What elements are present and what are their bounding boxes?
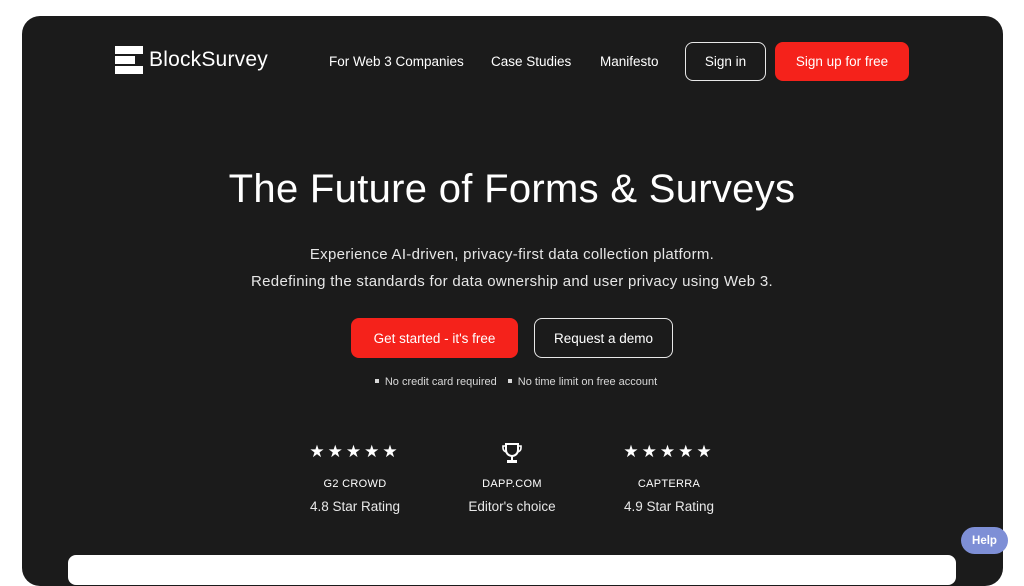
star-rating-icon: ★★★★★ — [309, 442, 401, 461]
hero-notes: No credit card required No time limit on… — [0, 376, 1024, 388]
rating-label: 4.9 Star Rating — [623, 499, 715, 514]
note-no-time-limit: No time limit on free account — [517, 376, 658, 388]
get-started-button[interactable]: Get started - it's free — [351, 318, 518, 358]
bullet-icon — [374, 379, 379, 384]
note-no-credit-card: No credit card required — [384, 376, 497, 388]
rating-capterra: ★★★★★ CAPTERRA 4.9 Star Rating — [599, 442, 739, 514]
page-title: The Future of Forms & Surveys — [228, 167, 796, 211]
request-demo-button[interactable]: Request a demo — [534, 318, 673, 358]
bullet-icon — [507, 379, 512, 384]
brand-logo[interactable]: BlockSurvey — [115, 46, 268, 74]
help-button[interactable]: Help — [961, 527, 1008, 554]
hero-subtitle-line-2: Redefining the standards for data owners… — [251, 273, 773, 290]
sign-up-button[interactable]: Sign up for free — [775, 42, 909, 81]
rating-label: Editor's choice — [468, 499, 556, 514]
rating-label: 4.8 Star Rating — [309, 499, 401, 514]
brand-name: BlockSurvey — [149, 48, 268, 71]
preview-card — [68, 555, 956, 585]
blocksurvey-logo-icon — [115, 46, 143, 74]
sign-in-button[interactable]: Sign in — [685, 42, 766, 81]
nav-manifesto[interactable]: Manifesto — [600, 54, 659, 69]
star-rating-icon: ★★★★★ — [623, 442, 715, 461]
hero-subtitle-line-1: Experience AI-driven, privacy-first data… — [309, 246, 715, 263]
rating-source: DAPP.COM — [482, 478, 542, 490]
rating-dapp: DAPP.COM Editor's choice — [442, 442, 582, 514]
rating-source: G2 CROWD — [323, 478, 387, 490]
nav-case-studies[interactable]: Case Studies — [491, 54, 571, 69]
trophy-icon — [442, 442, 582, 464]
rating-g2-crowd: ★★★★★ G2 CROWD 4.8 Star Rating — [285, 442, 425, 514]
nav-for-web3-companies[interactable]: For Web 3 Companies — [329, 54, 464, 69]
rating-source: CAPTERRA — [637, 478, 701, 490]
